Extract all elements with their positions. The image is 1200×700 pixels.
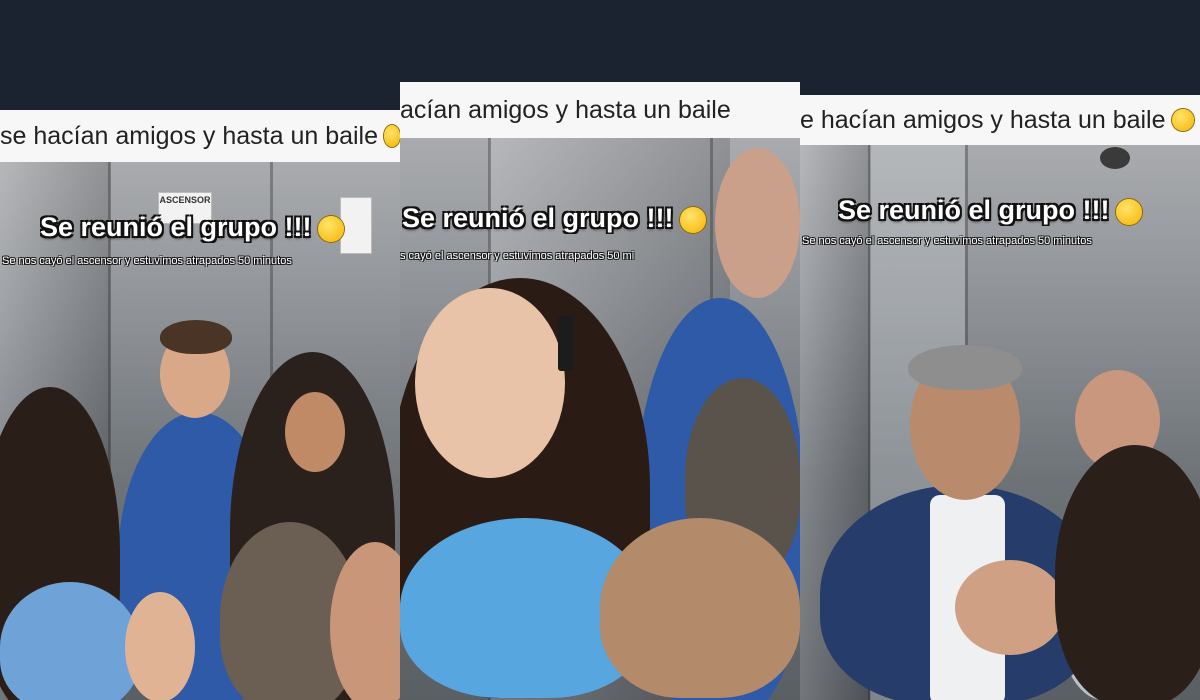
raised-hand [955,560,1065,655]
ceiling-camera [1100,147,1130,169]
grinning-squinting-emoji-icon [384,125,400,147]
top-dark-bar [800,0,1200,95]
caption-bar: acían amigos y hasta un baile [400,82,800,138]
star-struck-emoji-icon [679,206,706,233]
hand [125,592,195,700]
overlay-subtitle: Se nos cayó el ascensor y estuvimos atra… [802,235,1092,247]
foreground-hair [600,518,800,698]
overlay-subtitle: s cayó el ascensor y estuvimos atrapados… [400,250,635,262]
caption-text: acían amigos y hasta un baile [400,95,731,124]
top-dark-bar [400,0,800,82]
star-struck-emoji-icon [1115,198,1142,225]
video-frame-3: e hacían amigos y hasta un baile Se reun… [800,0,1200,700]
grinning-squinting-emoji-icon [1171,109,1194,131]
overlay-title: Se reunió el grupo !!! [838,195,1200,226]
man-hair [160,320,232,354]
blue-shirt [0,582,140,700]
woman-face [285,392,345,472]
overlay-subtitle: Se nos cayó el ascensor y estuvimos atra… [2,255,292,267]
top-dark-bar [0,0,400,110]
smiling-woman-face [415,288,565,478]
overlay-title: Se reunió el grupo !!! [402,203,800,234]
elevator-scene: Se reunió el grupo !!! s cayó el ascenso… [400,138,800,700]
woman-dark-hair [1055,445,1200,700]
grey-hair [908,345,1022,390]
video-frame-2: acían amigos y hasta un baile Se reunió … [400,0,800,700]
caption-bar: se hacían amigos y hasta un baile [0,110,400,162]
elevator-scene: Se reunió el grupo !!! Se nos cayó el as… [800,145,1200,700]
caption-text: e hacían amigos y hasta un baile [800,105,1166,134]
elevator-scene: ASCENSOR Se reunió el grupo !!! Se nos c… [0,162,400,700]
caption-bar: e hacían amigos y hasta un baile [800,95,1200,145]
caption-text: se hacían amigos y hasta un baile [0,121,379,150]
star-struck-emoji-icon [317,215,344,242]
phone [558,316,574,371]
overlay-title: Se reunió el grupo !!! [40,212,400,243]
video-frame-1: se hacían amigos y hasta un baile ASCENS… [0,0,400,700]
